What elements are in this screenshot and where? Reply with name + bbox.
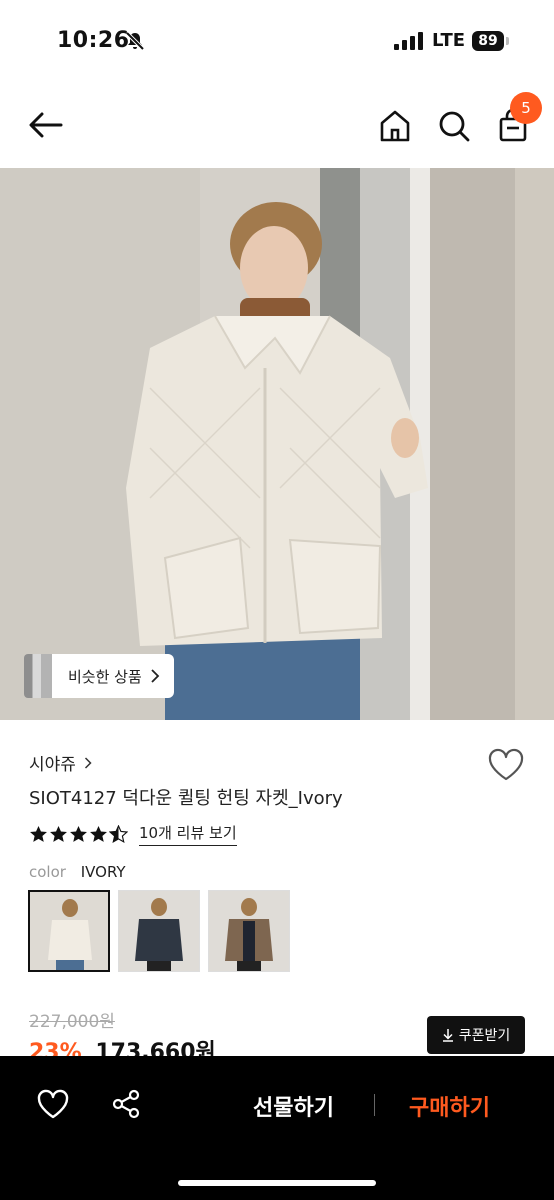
status-time: 10:26: [57, 28, 130, 53]
brand-link[interactable]: 시야쥬: [29, 750, 92, 775]
rating-row: 10개 리뷰 보기: [29, 822, 237, 846]
brand-name: 시야쥬: [29, 755, 76, 775]
signal-icon: [394, 32, 423, 50]
similar-products-label: 비슷한 상품: [68, 667, 142, 686]
wishlist-heart-icon[interactable]: [487, 748, 525, 782]
chevron-right-icon: [84, 756, 92, 769]
star-icon: [70, 825, 87, 842]
swatch-brown[interactable]: [208, 890, 290, 972]
swatch-ivory-image: [30, 892, 108, 970]
product-title: SIOT4127 덕다운 퀼팅 헌팅 자켓_Ivory: [29, 788, 343, 809]
review-link[interactable]: 10개 리뷰 보기: [139, 822, 237, 846]
half-star-icon: [109, 824, 128, 843]
swatch-brown-image: [209, 891, 289, 971]
heart-icon[interactable]: [36, 1088, 70, 1120]
divider: [374, 1094, 375, 1116]
bell-muted-icon: [125, 31, 145, 51]
swatch-ivory[interactable]: [28, 890, 110, 972]
color-swatches: [28, 890, 298, 972]
download-icon: [442, 1029, 453, 1042]
original-price: 227,000원: [29, 1012, 115, 1032]
similar-thumbnail: [24, 654, 52, 698]
coupon-button[interactable]: 쿠폰받기: [427, 1016, 525, 1054]
gift-button[interactable]: 선물하기: [253, 1090, 334, 1122]
star-icon: [90, 825, 107, 842]
search-icon[interactable]: [434, 106, 474, 146]
swatch-navy[interactable]: [118, 890, 200, 972]
star-icon: [50, 825, 67, 842]
product-photo: [0, 168, 554, 720]
similar-products-button[interactable]: 비슷한 상품: [24, 654, 174, 698]
home-icon[interactable]: [375, 106, 415, 146]
battery-tip: [506, 37, 509, 45]
network-type: LTE: [432, 30, 466, 51]
star-rating: [29, 824, 129, 844]
color-value: IVORY: [80, 863, 126, 881]
color-row: color IVORY: [29, 863, 126, 881]
share-icon[interactable]: [110, 1088, 142, 1120]
buy-button[interactable]: 구매하기: [409, 1090, 490, 1122]
battery-icon: 89: [472, 31, 504, 51]
product-image[interactable]: 비슷한 상품: [0, 168, 554, 720]
chevron-right-icon: [151, 669, 160, 683]
back-arrow-icon[interactable]: [26, 105, 66, 145]
bottom-action-bar: 선물하기 구매하기: [0, 1056, 554, 1200]
swatch-navy-image: [119, 891, 199, 971]
coupon-label: 쿠폰받기: [458, 1028, 511, 1044]
home-indicator: [178, 1180, 376, 1186]
cart-count-badge: 5: [510, 92, 542, 124]
status-bar: 10:26 LTE 89: [0, 0, 554, 80]
color-label: color: [29, 863, 66, 881]
top-nav: 5: [0, 80, 554, 168]
star-icon: [30, 825, 47, 842]
